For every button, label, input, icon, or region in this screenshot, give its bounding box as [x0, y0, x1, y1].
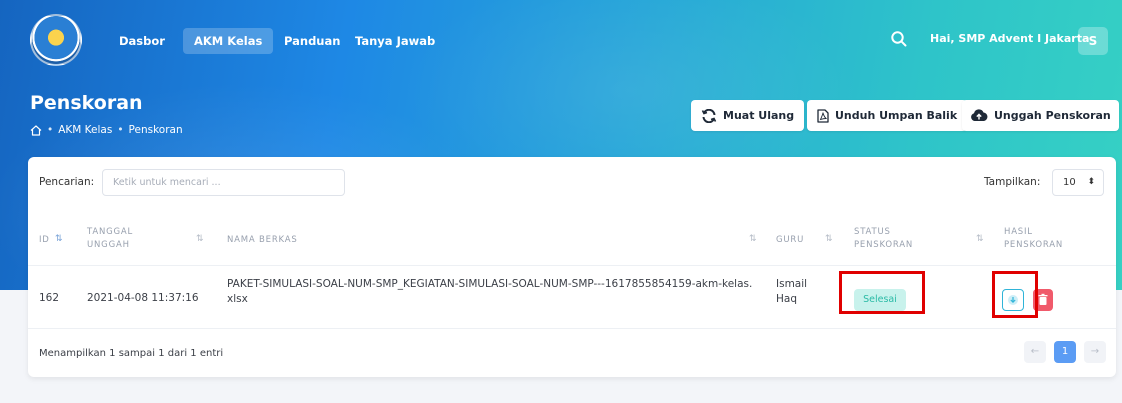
column-header-teacher[interactable]: GURU — [776, 234, 804, 247]
avatar[interactable]: S — [1078, 27, 1108, 55]
column-header-upload-date[interactable]: TANGGAL UNGGAH — [87, 226, 157, 252]
breadcrumb-item-akm-kelas[interactable]: AKM Kelas — [58, 124, 112, 136]
breadcrumb-item-penskoran: Penskoran — [128, 124, 183, 136]
sort-icon[interactable]: ⇅ — [749, 234, 757, 244]
show-entries-label: Tampilkan: — [984, 176, 1041, 188]
search-icon[interactable] — [890, 30, 908, 48]
show-entries-value: 10 — [1063, 177, 1076, 188]
user-greeting[interactable]: Hai, SMP Advent I Jakarta — [930, 32, 1089, 45]
search-input[interactable] — [102, 169, 345, 196]
breadcrumb: • AKM Kelas • Penskoran — [30, 124, 183, 136]
nav-item-tanya-jawab[interactable]: Tanya Jawab — [344, 28, 446, 54]
home-icon[interactable] — [30, 124, 42, 136]
breadcrumb-separator: • — [117, 124, 124, 136]
cell-id: 162 — [39, 292, 60, 304]
pagination-next-button[interactable]: → — [1084, 341, 1106, 363]
sort-icon[interactable]: ⇅ — [55, 234, 63, 244]
column-header-scoring-result[interactable]: HASIL PENSKORAN — [1004, 226, 1084, 252]
page-title: Penskoran — [30, 92, 143, 114]
sort-icon[interactable]: ⇅ — [976, 234, 984, 244]
reload-button-label: Muat Ulang — [723, 109, 795, 122]
show-entries-select[interactable]: 10 ⬍ — [1052, 169, 1104, 196]
cell-file-name: PAKET-SIMULASI-SOAL-NUM-SMP_KEGIATAN-SIM… — [227, 278, 753, 305]
breadcrumb-separator: • — [47, 124, 54, 136]
nav-item-dasbor[interactable]: Dasbor — [108, 28, 176, 54]
select-caret-icon: ⬍ — [1087, 177, 1095, 187]
upload-scoring-button[interactable]: Unggah Penskoran — [962, 100, 1119, 131]
pdf-file-icon — [817, 108, 829, 123]
reload-button[interactable]: Muat Ulang — [691, 100, 805, 131]
sort-icon[interactable]: ⇅ — [196, 234, 204, 244]
nav-item-akm-kelas[interactable]: AKM Kelas — [183, 28, 274, 54]
refresh-icon — [701, 108, 717, 123]
cell-upload-date: 2021-04-08 11:37:16 — [87, 292, 199, 304]
download-feedback-button[interactable]: Unduh Umpan Balik — [807, 100, 968, 131]
cloud-upload-icon — [971, 109, 988, 121]
table-info: Menampilkan 1 sampai 1 dari 1 entri — [39, 348, 224, 359]
column-header-scoring-status[interactable]: STATUS PENSKORAN — [854, 226, 934, 252]
pagination-page-1[interactable]: 1 — [1054, 341, 1076, 363]
upload-scoring-button-label: Unggah Penskoran — [994, 109, 1111, 122]
pagination-prev-button[interactable]: ← — [1024, 341, 1046, 363]
sort-icon[interactable]: ⇅ — [825, 234, 833, 244]
table-row: 162 2021-04-08 11:37:16 PAKET-SIMULASI-S… — [28, 267, 1116, 329]
download-feedback-button-label: Unduh Umpan Balik — [835, 109, 958, 122]
cell-teacher: Ismail Haq — [776, 278, 808, 305]
status-highlight-box — [839, 271, 925, 314]
column-header-id[interactable]: ID — [39, 234, 50, 247]
nav-item-panduan[interactable]: Panduan — [273, 28, 351, 54]
top-navbar: Dasbor AKM Kelas Panduan Tanya Jawab Hai… — [0, 0, 1122, 80]
table-header: ID ⇅ TANGGAL UNGGAH ⇅ NAMA BERKAS ⇅ GURU… — [28, 214, 1116, 266]
column-header-file-name[interactable]: NAMA BERKAS — [227, 234, 298, 247]
search-label: Pencarian: — [39, 176, 95, 188]
app-logo[interactable] — [30, 14, 82, 66]
download-highlight-box — [992, 271, 1038, 318]
scoring-table-card: Pencarian: Tampilkan: 10 ⬍ ID ⇅ TANGGAL … — [28, 157, 1116, 377]
